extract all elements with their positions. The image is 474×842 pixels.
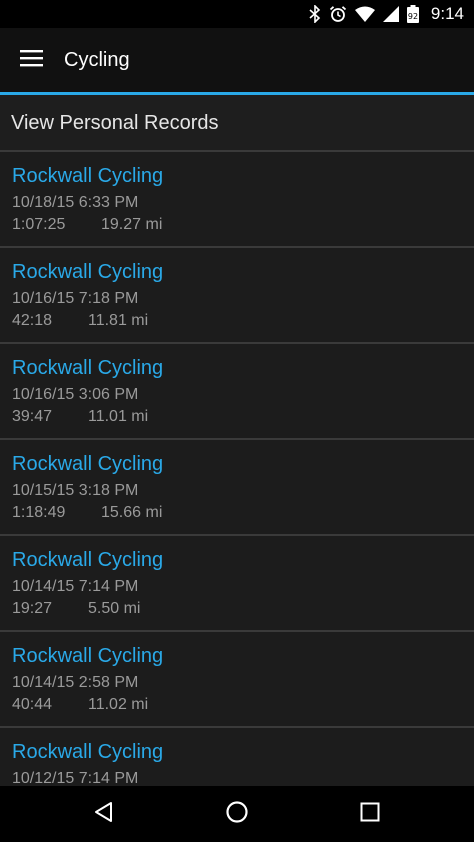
recents-icon (360, 802, 380, 827)
activity-distance: 15.66 mi (101, 504, 163, 521)
recents-button[interactable] (352, 796, 388, 832)
activity-item[interactable]: Rockwall Cycling 10/16/15 3:06 PM 39:47 … (0, 344, 474, 440)
activity-item[interactable]: Rockwall Cycling 10/14/15 7:14 PM 19:27 … (0, 536, 474, 632)
cell-signal-icon (382, 6, 399, 22)
activity-date: 10/16/15 7:18 PM (12, 290, 139, 307)
activity-name: Rockwall Cycling (12, 645, 164, 667)
activity-name: Rockwall Cycling (12, 357, 164, 379)
view-personal-records-label: View Personal Records (11, 112, 219, 134)
view-personal-records-row[interactable]: View Personal Records (0, 95, 474, 151)
activity-name: Rockwall Cycling (12, 549, 164, 571)
battery-icon: 92 (406, 5, 419, 23)
menu-button[interactable] (14, 42, 50, 78)
activity-name: Rockwall Cycling (12, 741, 164, 763)
activity-duration: 40:44 (12, 696, 53, 713)
activity-item[interactable]: Rockwall Cycling 10/14/15 2:58 PM 40:44 … (0, 632, 474, 728)
activity-date: 10/14/15 7:14 PM (12, 578, 139, 595)
navigation-bar (0, 786, 474, 842)
page-title: Cycling (64, 49, 130, 71)
activity-list[interactable]: Rockwall Cycling 10/18/15 6:33 PM 1:07:2… (0, 152, 474, 786)
activity-date: 10/15/15 3:18 PM (12, 482, 139, 499)
bluetooth-icon (309, 5, 321, 23)
activity-duration: 1:07:25 (12, 216, 66, 233)
activity-date: 10/16/15 3:06 PM (12, 386, 139, 403)
app-bar: Cycling (0, 28, 474, 92)
activity-duration: 42:18 (12, 312, 53, 329)
activity-date: 10/14/15 2:58 PM (12, 674, 139, 691)
home-button[interactable] (219, 796, 255, 832)
activity-duration: 1:18:49 (12, 504, 66, 521)
activity-distance: 19.27 mi (101, 216, 163, 233)
activity-duration: 19:27 (12, 600, 53, 617)
home-icon (225, 800, 249, 829)
activity-item[interactable]: Rockwall Cycling 10/15/15 3:18 PM 1:18:4… (0, 440, 474, 536)
cycling-screen: 92 9:14 Cycling View Personal Records Ro… (0, 0, 474, 842)
status-icons: 92 9:14 (309, 0, 464, 28)
status-time: 9:14 (430, 4, 464, 23)
activity-name: Rockwall Cycling (12, 165, 164, 187)
svg-text:92: 92 (408, 12, 418, 21)
activity-distance: 5.50 mi (88, 600, 141, 617)
wifi-icon (354, 6, 375, 22)
alarm-icon (329, 5, 347, 23)
back-icon (93, 801, 115, 828)
activity-duration: 39:47 (12, 408, 53, 425)
activity-name: Rockwall Cycling (12, 453, 164, 475)
back-button[interactable] (86, 796, 122, 832)
status-bar: 92 9:14 (0, 0, 474, 28)
activity-date: 10/12/15 7:14 PM (12, 770, 139, 786)
activity-distance: 11.02 mi (88, 696, 149, 713)
activity-item[interactable]: Rockwall Cycling 10/12/15 7:14 PM (0, 728, 474, 786)
hamburger-menu-icon (20, 49, 44, 72)
activity-distance: 11.01 mi (88, 408, 149, 425)
activity-item[interactable]: Rockwall Cycling 10/18/15 6:33 PM 1:07:2… (0, 152, 474, 248)
activity-name: Rockwall Cycling (12, 261, 164, 283)
activity-date: 10/18/15 6:33 PM (12, 194, 139, 211)
activity-item[interactable]: Rockwall Cycling 10/16/15 7:18 PM 42:18 … (0, 248, 474, 344)
activity-distance: 11.81 mi (88, 312, 149, 329)
